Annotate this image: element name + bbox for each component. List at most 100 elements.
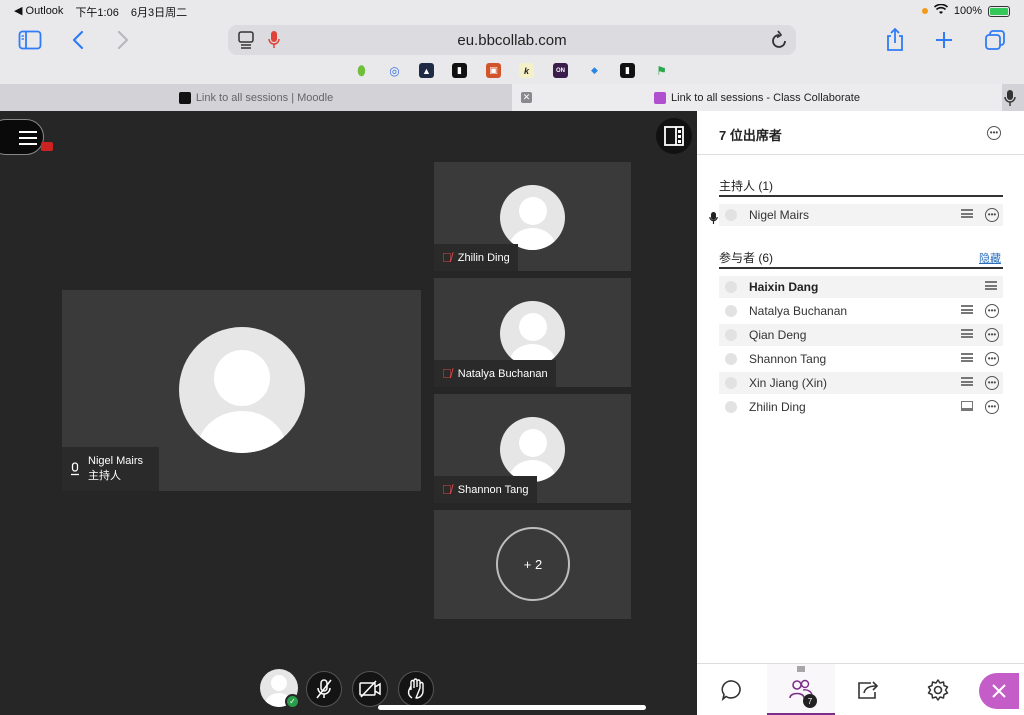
attendee-name: Haixin Dang [749, 280, 819, 294]
session-menu-button[interactable] [0, 119, 44, 155]
moodle-tab-icon [178, 91, 191, 104]
attendee-options-icon[interactable]: ••• [985, 208, 999, 222]
attendee-options-icon[interactable]: ••• [985, 352, 999, 366]
attendee-name: Xin Jiang (Xin) [749, 376, 828, 390]
favorite-flag-icon[interactable]: ⚑ [654, 63, 669, 78]
favorite-image-icon[interactable]: ▣ [486, 63, 501, 78]
panel-nav: 7 [697, 663, 1024, 715]
favorite-leaf-icon[interactable]: ⬮ [354, 63, 369, 78]
tab-close-icon[interactable]: ✕ [521, 92, 532, 103]
participant-tile[interactable]: 🎙̸ Shannon Tang [434, 394, 631, 503]
wifi-icon [933, 3, 948, 18]
status-date: 6月3日周二 [130, 7, 188, 19]
participant-avatar [500, 417, 565, 482]
raise-hand-button[interactable] [398, 671, 434, 707]
attendee-list-icon [961, 353, 973, 364]
attendee-avatar [725, 329, 737, 341]
attendee-name: Qian Deng [749, 328, 807, 342]
muted-mic-icon: 🎙̸ [442, 482, 452, 497]
host-row[interactable]: Nigel Mairs ••• [719, 204, 1003, 226]
favorite-app-icon[interactable]: ▲ [419, 63, 434, 78]
hamburger-icon [19, 131, 37, 149]
participant-tag: 🎙̸ Shannon Tang [434, 476, 537, 503]
participant-row[interactable]: Qian Deng ••• [719, 324, 1003, 346]
main-speaker-avatar [179, 327, 305, 453]
back-to-app-link[interactable]: ◀ Outlook [14, 4, 63, 20]
attendee-options-icon[interactable]: ••• [985, 328, 999, 342]
camera-off-icon [359, 680, 381, 698]
mic-off-icon [316, 679, 332, 699]
attendee-avatar [725, 305, 737, 317]
back-icon[interactable] [65, 27, 91, 53]
attendee-options-icon[interactable]: ••• [985, 400, 999, 414]
muted-mic-icon: 🎙̸ [442, 366, 452, 381]
tab-overview-icon[interactable] [982, 27, 1008, 53]
tab-moodle-label: Link to all sessions | Moodle [195, 91, 334, 104]
battery-percent: 100% [953, 5, 982, 17]
favorite-moodle2-icon[interactable]: ▮ [620, 63, 635, 78]
forward-icon[interactable] [110, 27, 136, 53]
favorite-on-icon[interactable]: ON [553, 63, 568, 78]
tab-audio-icon[interactable] [1004, 89, 1016, 112]
sidebar-toggle-icon[interactable] [17, 27, 43, 53]
attendee-count-badge: 7 [803, 694, 817, 708]
participant-row[interactable]: Natalya Buchanan ••• [719, 300, 1003, 322]
favorite-dropbox-icon[interactable]: ◆ [587, 63, 602, 78]
address-bar[interactable]: eu.bbcollab.com [228, 25, 796, 55]
close-icon [992, 684, 1006, 698]
attendee-avatar [725, 209, 737, 221]
attendees-panel: 7 位出席者 ••• 主持人 (1) Nigel Mairs ••• 参与者 (… [697, 111, 1024, 715]
participant-tile[interactable]: 🎙̸ Zhilin Ding [434, 162, 631, 271]
video-stage: Nigel Mairs 主持人 🎙̸ Zhilin Ding 🎙̸ Nataly… [0, 111, 697, 715]
close-panel-button[interactable] [979, 673, 1019, 709]
favorites-bar: ⬮ ◎ ▲ ▮ ▣ k ON ◆ ▮ ⚑ [0, 60, 1024, 82]
layout-icon [664, 126, 684, 146]
participant-row[interactable]: Shannon Tang ••• [719, 348, 1003, 370]
tab-collaborate[interactable]: Link to all sessions - Class Collaborate [512, 84, 1002, 111]
chat-icon [721, 680, 741, 702]
main-speaker-tag: Nigel Mairs 主持人 [62, 447, 159, 491]
participant-tile[interactable]: 🎙̸ Natalya Buchanan [434, 278, 631, 387]
attendee-name: Zhilin Ding [749, 400, 806, 414]
new-tab-icon[interactable] [931, 27, 957, 53]
camera-toggle-button[interactable] [352, 671, 388, 707]
tab-moodle[interactable]: Link to all sessions | Moodle [0, 84, 512, 111]
share-icon[interactable] [882, 27, 908, 53]
participant-row[interactable]: Zhilin Ding ••• [719, 396, 1003, 418]
participant-row[interactable]: Xin Jiang (Xin) ••• [719, 372, 1003, 394]
attendee-avatar [725, 353, 737, 365]
settings-tab[interactable] [907, 664, 969, 715]
reload-icon[interactable] [770, 30, 788, 55]
layout-toggle-button[interactable] [656, 118, 692, 154]
participants-section-title: 参与者 (6) [719, 251, 774, 265]
attendee-avatar [725, 401, 737, 413]
share-content-tab[interactable] [837, 664, 899, 715]
attendee-name: Nigel Mairs [749, 208, 810, 222]
attendee-options-icon[interactable]: ••• [985, 376, 999, 390]
participant-avatar [500, 301, 565, 366]
hosts-section-title: 主持人 (1) [719, 179, 774, 193]
favorite-k-icon[interactable]: k [519, 63, 534, 78]
favorite-moodle-icon[interactable]: ▮ [452, 63, 467, 78]
main-speaker-role: 主持人 [88, 470, 121, 482]
url-text: eu.bbcollab.com [457, 32, 567, 49]
microphone-toggle-button[interactable] [306, 671, 342, 707]
battery-icon [988, 5, 1010, 17]
chat-tab[interactable] [701, 664, 763, 715]
attendee-list-icon [961, 401, 973, 411]
attendees-tab[interactable]: 7 [767, 664, 835, 715]
hide-participants-link[interactable]: 隐藏 [979, 250, 1001, 266]
tab-collaborate-label: Link to all sessions - Class Collaborate [671, 91, 860, 104]
panel-options-icon[interactable]: ••• [987, 126, 1001, 140]
attendee-name: Shannon Tang [749, 352, 827, 366]
participant-avatar [500, 185, 565, 250]
share-content-icon [858, 681, 879, 699]
favorite-blue-icon[interactable]: ◎ [387, 63, 402, 78]
participant-row[interactable]: Haixin Dang [719, 276, 1003, 298]
attendee-list-icon [961, 305, 973, 316]
overflow-tile[interactable]: + 2 [434, 510, 631, 619]
participant-tag: 🎙̸ Natalya Buchanan [434, 360, 556, 387]
attendee-options-icon[interactable]: ••• [985, 304, 999, 318]
attendee-avatar [725, 281, 737, 293]
attendee-list-icon [961, 329, 973, 340]
